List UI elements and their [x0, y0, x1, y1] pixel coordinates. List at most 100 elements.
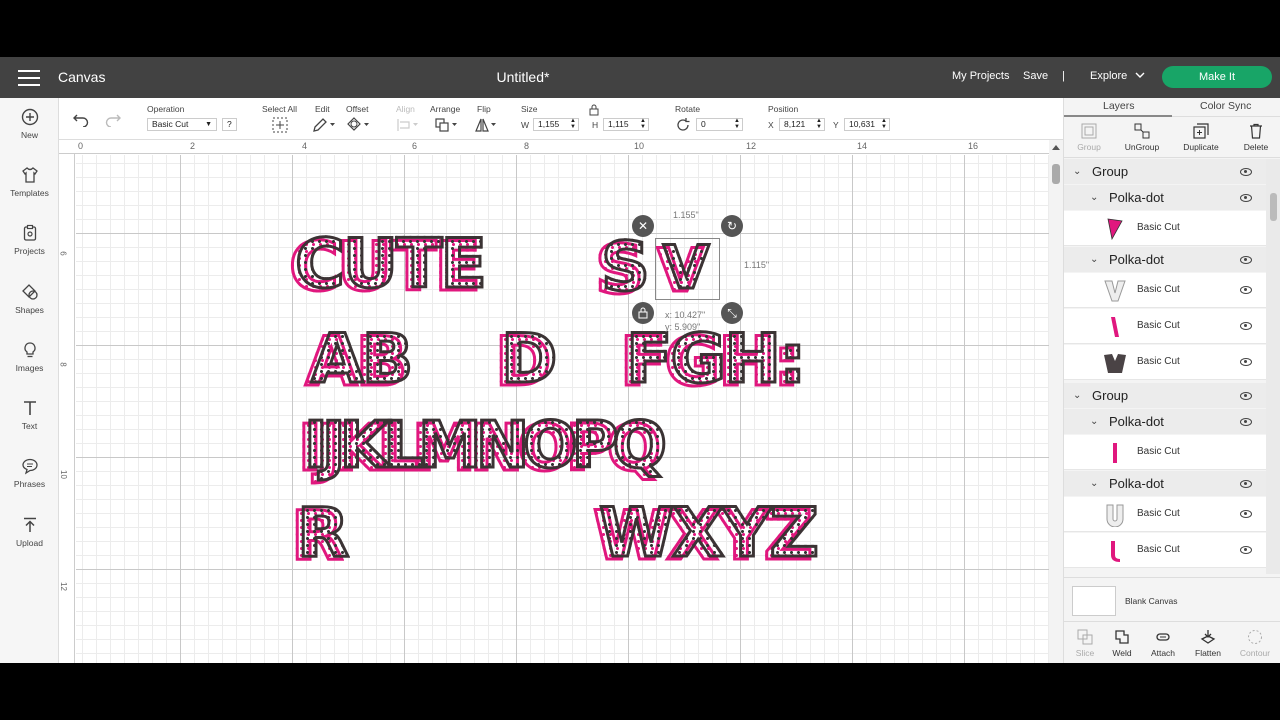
lock-icon[interactable]: [589, 104, 599, 116]
layer-subgroup[interactable]: ⌄ Polka-dot: [1064, 471, 1266, 496]
select-all-icon[interactable]: [272, 117, 288, 133]
chevron-down-icon[interactable]: ⌄: [1073, 159, 1081, 184]
chevron-down-icon[interactable]: ⌄: [1090, 409, 1098, 434]
blank-canvas-row[interactable]: Blank Canvas: [1064, 577, 1280, 621]
eye-icon[interactable]: [1240, 418, 1252, 426]
pink-shape-thumbnail: [1111, 541, 1120, 562]
nav-new[interactable]: New: [0, 108, 59, 140]
delete-handle-icon[interactable]: ✕: [632, 215, 654, 237]
offset-icon[interactable]: [346, 117, 370, 133]
lock-handle-icon[interactable]: [632, 302, 654, 324]
blank-canvas-swatch[interactable]: [1072, 586, 1116, 616]
chevron-down-icon[interactable]: ⌄: [1090, 185, 1098, 210]
rotate-icon[interactable]: [675, 117, 691, 133]
position-label: Position: [768, 104, 799, 114]
nav-shapes[interactable]: Shapes: [0, 283, 59, 315]
group-button[interactable]: Group: [1064, 123, 1114, 152]
make-it-button[interactable]: Make It: [1162, 66, 1272, 88]
eye-icon[interactable]: [1240, 256, 1252, 264]
undo-icon[interactable]: [72, 113, 90, 127]
layer-group[interactable]: ⌄ Group: [1064, 159, 1266, 184]
operation-help-button[interactable]: ?: [222, 118, 237, 131]
tab-color-sync[interactable]: Color Sync: [1200, 100, 1251, 112]
tab-layers[interactable]: Layers: [1103, 100, 1135, 112]
layer-item[interactable]: Basic Cut: [1064, 273, 1266, 308]
explore-menu[interactable]: Explore: [1090, 70, 1145, 82]
ungroup-button[interactable]: UnGroup: [1117, 123, 1167, 152]
chevron-down-icon[interactable]: ⌄: [1073, 383, 1081, 408]
letters-fgh[interactable]: FGH:: [624, 324, 807, 395]
slice-label: Slice: [1075, 648, 1095, 658]
nav-images[interactable]: Images: [0, 341, 59, 373]
rotate-handle-icon[interactable]: ↻: [721, 215, 743, 237]
resize-handle-icon[interactable]: ⤡: [721, 302, 743, 324]
pencil-icon[interactable]: [312, 117, 336, 133]
attach-button[interactable]: Attach: [1142, 629, 1184, 658]
layer-name: Group: [1092, 164, 1129, 179]
contour-label: Contour: [1239, 648, 1271, 658]
eye-icon[interactable]: [1240, 358, 1252, 366]
layer-item[interactable]: Basic Cut: [1064, 435, 1266, 470]
chevron-down-icon[interactable]: ⌄: [1090, 471, 1098, 496]
chevron-down-icon[interactable]: ⌄: [1090, 247, 1098, 272]
letters-cute[interactable]: CUTE: [294, 229, 489, 300]
pink-shape-thumbnail: [1107, 218, 1123, 241]
layer-item[interactable]: Basic Cut: [1064, 533, 1266, 568]
eye-icon[interactable]: [1240, 480, 1252, 488]
height-label: H: [592, 120, 599, 130]
eye-icon[interactable]: [1240, 194, 1252, 202]
height-input[interactable]: 1,115 ▲ ▼: [603, 118, 649, 131]
eye-icon[interactable]: [1240, 546, 1252, 554]
letters-ab[interactable]: AB: [309, 324, 414, 395]
layer-group[interactable]: ⌄ Group: [1064, 383, 1266, 408]
design-canvas[interactable]: 0 2 4 6 8 10 12 14 16 6 8 10 12 CUTE S V…: [59, 140, 1063, 663]
flip-icon[interactable]: [474, 117, 498, 133]
eye-icon[interactable]: [1240, 286, 1252, 294]
duplicate-button[interactable]: Duplicate: [1176, 123, 1226, 152]
position-x-value: 8,121: [784, 119, 806, 129]
slice-button[interactable]: Slice: [1064, 629, 1106, 658]
layer-item[interactable]: Basic Cut: [1064, 497, 1266, 532]
save-button[interactable]: Save: [1023, 70, 1048, 82]
position-x-input[interactable]: 8,121 ▲ ▼: [779, 118, 825, 131]
letters-ijklmnopq[interactable]: IJKLMNOPQ: [303, 411, 669, 482]
eye-icon[interactable]: [1240, 322, 1252, 330]
my-projects-link[interactable]: My Projects: [952, 70, 1009, 82]
nav-templates[interactable]: Templates: [0, 166, 59, 198]
rotate-input[interactable]: 0 ▲ ▼: [696, 118, 743, 131]
layer-subgroup[interactable]: ⌄ Polka-dot: [1064, 409, 1266, 434]
nav-phrases[interactable]: Phrases: [0, 457, 59, 489]
eye-icon[interactable]: [1240, 392, 1252, 400]
scrollbar-thumb[interactable]: [1270, 193, 1277, 221]
position-y-input[interactable]: 10,631 ▲ ▼: [844, 118, 890, 131]
layer-subgroup[interactable]: ⌄ Polka-dot: [1064, 185, 1266, 210]
letter-r[interactable]: R: [295, 498, 350, 569]
letters-wxyz[interactable]: WXYZ: [598, 498, 821, 569]
layers-scrollbar[interactable]: [1266, 159, 1280, 574]
selection-box[interactable]: [655, 238, 720, 300]
eye-icon[interactable]: [1240, 510, 1252, 518]
delete-button[interactable]: Delete: [1231, 123, 1280, 152]
flatten-button[interactable]: Flatten: [1187, 629, 1229, 658]
layer-subgroup[interactable]: ⌄ Polka-dot: [1064, 247, 1266, 272]
height-value: 1,115: [608, 119, 629, 129]
blank-canvas-label: Blank Canvas: [1125, 596, 1178, 606]
nav-upload[interactable]: Upload: [0, 516, 59, 548]
nav-projects[interactable]: Projects: [0, 224, 59, 256]
layer-item[interactable]: Basic Cut: [1064, 211, 1266, 246]
letter-s[interactable]: S: [600, 232, 652, 303]
width-input[interactable]: 1,155 ▲ ▼: [533, 118, 579, 131]
contour-button[interactable]: Contour: [1234, 629, 1276, 658]
layer-item[interactable]: Basic Cut: [1064, 345, 1266, 380]
weld-button[interactable]: Weld: [1101, 629, 1143, 658]
nav-text[interactable]: Text: [0, 399, 59, 431]
operation-select[interactable]: Basic Cut ▼: [147, 118, 217, 131]
layer-item[interactable]: Basic Cut: [1064, 309, 1266, 344]
arrange-icon[interactable]: [435, 117, 459, 133]
upload-icon: [23, 517, 36, 532]
redo-icon[interactable]: [104, 113, 122, 127]
document-title[interactable]: Untitled*: [0, 69, 1046, 85]
eye-icon[interactable]: [1240, 168, 1252, 176]
letter-d[interactable]: D: [499, 324, 558, 395]
group-icon: [1081, 123, 1097, 139]
